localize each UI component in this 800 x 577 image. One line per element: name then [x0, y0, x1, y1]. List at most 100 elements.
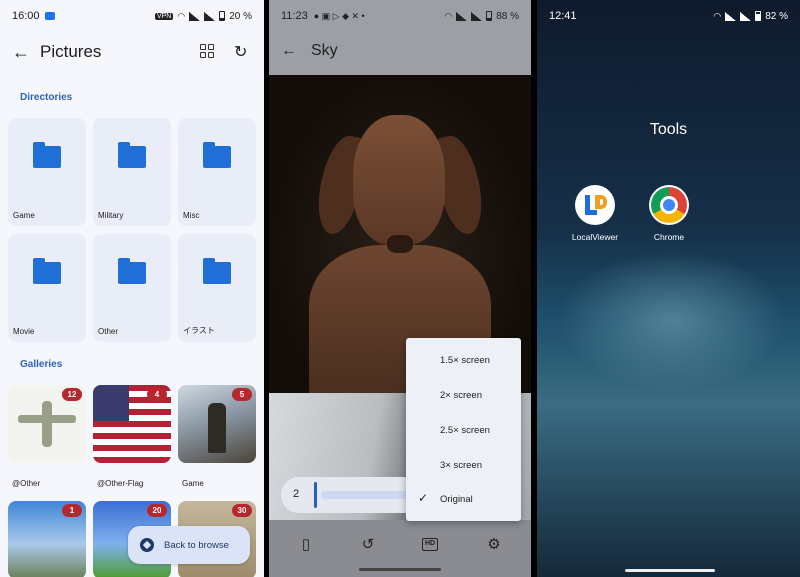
battery-level: 88 %: [496, 10, 519, 22]
pictures-screen: 16:00 VPN ◠ 20 % ← Pictures ↻ Directorie…: [0, 0, 264, 577]
directory-label: Misc: [183, 211, 200, 220]
gallery-thumbnail: 4: [93, 385, 171, 463]
folder-icon: [118, 258, 146, 284]
folder-icon: [203, 258, 231, 284]
flag-canton: [93, 385, 129, 421]
directory-tile[interactable]: Movie: [8, 234, 86, 342]
image-viewer-screen: 11:23 ● ▣ ▷ ◆ ✕ • ◠ 88 % ← Sky 2 ▯ ↺ HD …: [269, 0, 531, 577]
status-bar: 12:41 ◠ 82 %: [537, 0, 800, 32]
gallery-thumbnail: 5: [178, 385, 256, 463]
status-bar: 16:00 VPN ◠ 20 %: [0, 0, 264, 32]
gallery-label: Game: [182, 479, 204, 488]
zoom-menu: 1.5× screen 2× screen 2.5× screen 3× scr…: [406, 338, 521, 521]
back-to-browse-button[interactable]: Back to browse: [128, 526, 250, 564]
directories-header: Directories: [20, 92, 73, 103]
soldier-image: [208, 403, 226, 453]
battery-icon: [755, 11, 762, 21]
count-badge: 4: [147, 388, 167, 401]
lr-l-foot: [585, 210, 597, 215]
localviewer-icon: [575, 185, 615, 225]
home-folder-screen: 12:41 ◠ 82 % Tools LocalViewer Chrome: [537, 0, 800, 577]
gallery-thumbnail: 1: [8, 501, 86, 577]
directory-tile[interactable]: Other: [93, 234, 171, 342]
directory-tile[interactable]: Misc: [178, 118, 256, 226]
signal-icon-2: [204, 11, 216, 21]
signal-icon: [725, 11, 737, 21]
signal-icon-2: [740, 11, 752, 21]
rotate-icon[interactable]: ↺: [359, 536, 377, 554]
gallery-label: @Other: [12, 479, 41, 488]
menu-item-label: 1.5× screen: [440, 355, 490, 366]
zoom-value: 2: [293, 488, 300, 500]
directory-tile[interactable]: Military: [93, 118, 171, 226]
wifi-icon: ◠: [444, 10, 453, 21]
battery-level: 82 %: [765, 10, 788, 22]
menu-item[interactable]: 2.5× screen: [406, 413, 521, 447]
image-title: Sky: [311, 42, 338, 59]
status-bar: 11:23 ● ▣ ▷ ◆ ✕ • ◠ 88 %: [269, 0, 531, 32]
hd-icon[interactable]: HD: [422, 538, 438, 551]
fit-screen-icon[interactable]: ▯: [297, 536, 315, 554]
refresh-icon[interactable]: ↻: [234, 42, 247, 62]
signal-icon-2: [471, 11, 483, 21]
folder-icon: [33, 258, 61, 284]
signal-icon: [189, 11, 201, 21]
directory-tile[interactable]: Game: [8, 118, 86, 226]
menu-item-selected[interactable]: ✓ Original: [406, 482, 521, 516]
menu-item[interactable]: 2× screen: [406, 378, 521, 412]
gallery-item[interactable]: 12 @Other: [8, 385, 86, 488]
folder-icon: [118, 142, 146, 168]
page-title: Pictures: [40, 42, 102, 61]
wifi-icon: ◠: [177, 10, 186, 21]
menu-item-label: 3× screen: [440, 460, 482, 471]
count-badge: 20: [147, 504, 167, 517]
gallery-thumbnail: 12: [8, 385, 86, 463]
settings-gear-icon[interactable]: ⚙: [485, 536, 503, 554]
wifi-icon: ◠: [713, 10, 722, 21]
folder-title[interactable]: Tools: [537, 121, 800, 139]
dog-head: [353, 115, 445, 245]
app-chrome[interactable]: Chrome: [634, 185, 704, 242]
gesture-nav-bar[interactable]: [359, 568, 441, 571]
menu-item-label: 2.5× screen: [440, 425, 490, 436]
menu-item-label: 2× screen: [440, 390, 482, 401]
app-label: LocalViewer: [571, 232, 619, 242]
vpn-badge: VPN: [154, 12, 174, 20]
status-time: 16:00: [12, 10, 40, 22]
chrome-center: [660, 196, 678, 214]
status-time: 12:41: [549, 10, 577, 22]
chrome-icon: [649, 185, 689, 225]
dog-nose: [387, 235, 413, 253]
folder-icon: [203, 142, 231, 168]
slider-handle[interactable]: [314, 482, 317, 508]
compass-icon: [140, 538, 154, 552]
directory-tile[interactable]: イラスト: [178, 234, 256, 342]
gallery-item[interactable]: 5 Game: [178, 385, 256, 488]
signal-icon: [456, 11, 468, 21]
gallery-item[interactable]: 1: [8, 501, 86, 577]
battery-icon: [486, 11, 493, 21]
directory-label: Movie: [13, 327, 35, 336]
gallery-item[interactable]: 4 @Other-Flag: [93, 385, 171, 488]
gesture-nav-bar[interactable]: [625, 569, 715, 572]
back-arrow-icon[interactable]: ←: [12, 42, 30, 63]
directory-label: Other: [98, 327, 119, 336]
directory-label: Military: [98, 211, 124, 220]
back-to-browse-label: Back to browse: [164, 539, 229, 551]
menu-item[interactable]: 1.5× screen: [406, 343, 521, 377]
wallpaper: [557, 250, 787, 390]
count-badge: 1: [62, 504, 82, 517]
app-bar: ← Sky: [269, 36, 531, 68]
app-localviewer[interactable]: LocalViewer: [560, 185, 630, 242]
gallery-label: @Other-Flag: [97, 479, 144, 488]
grid-view-icon[interactable]: [200, 44, 214, 58]
status-time: 11:23: [281, 10, 308, 22]
count-badge: 30: [232, 504, 252, 517]
menu-item[interactable]: 3× screen: [406, 448, 521, 482]
back-arrow-icon[interactable]: ←: [281, 42, 297, 60]
directory-label: イラスト: [183, 326, 215, 335]
directory-label: Game: [13, 211, 35, 220]
battery-icon: [219, 11, 226, 21]
lr-r: [595, 195, 607, 209]
galleries-header: Galleries: [20, 359, 63, 370]
